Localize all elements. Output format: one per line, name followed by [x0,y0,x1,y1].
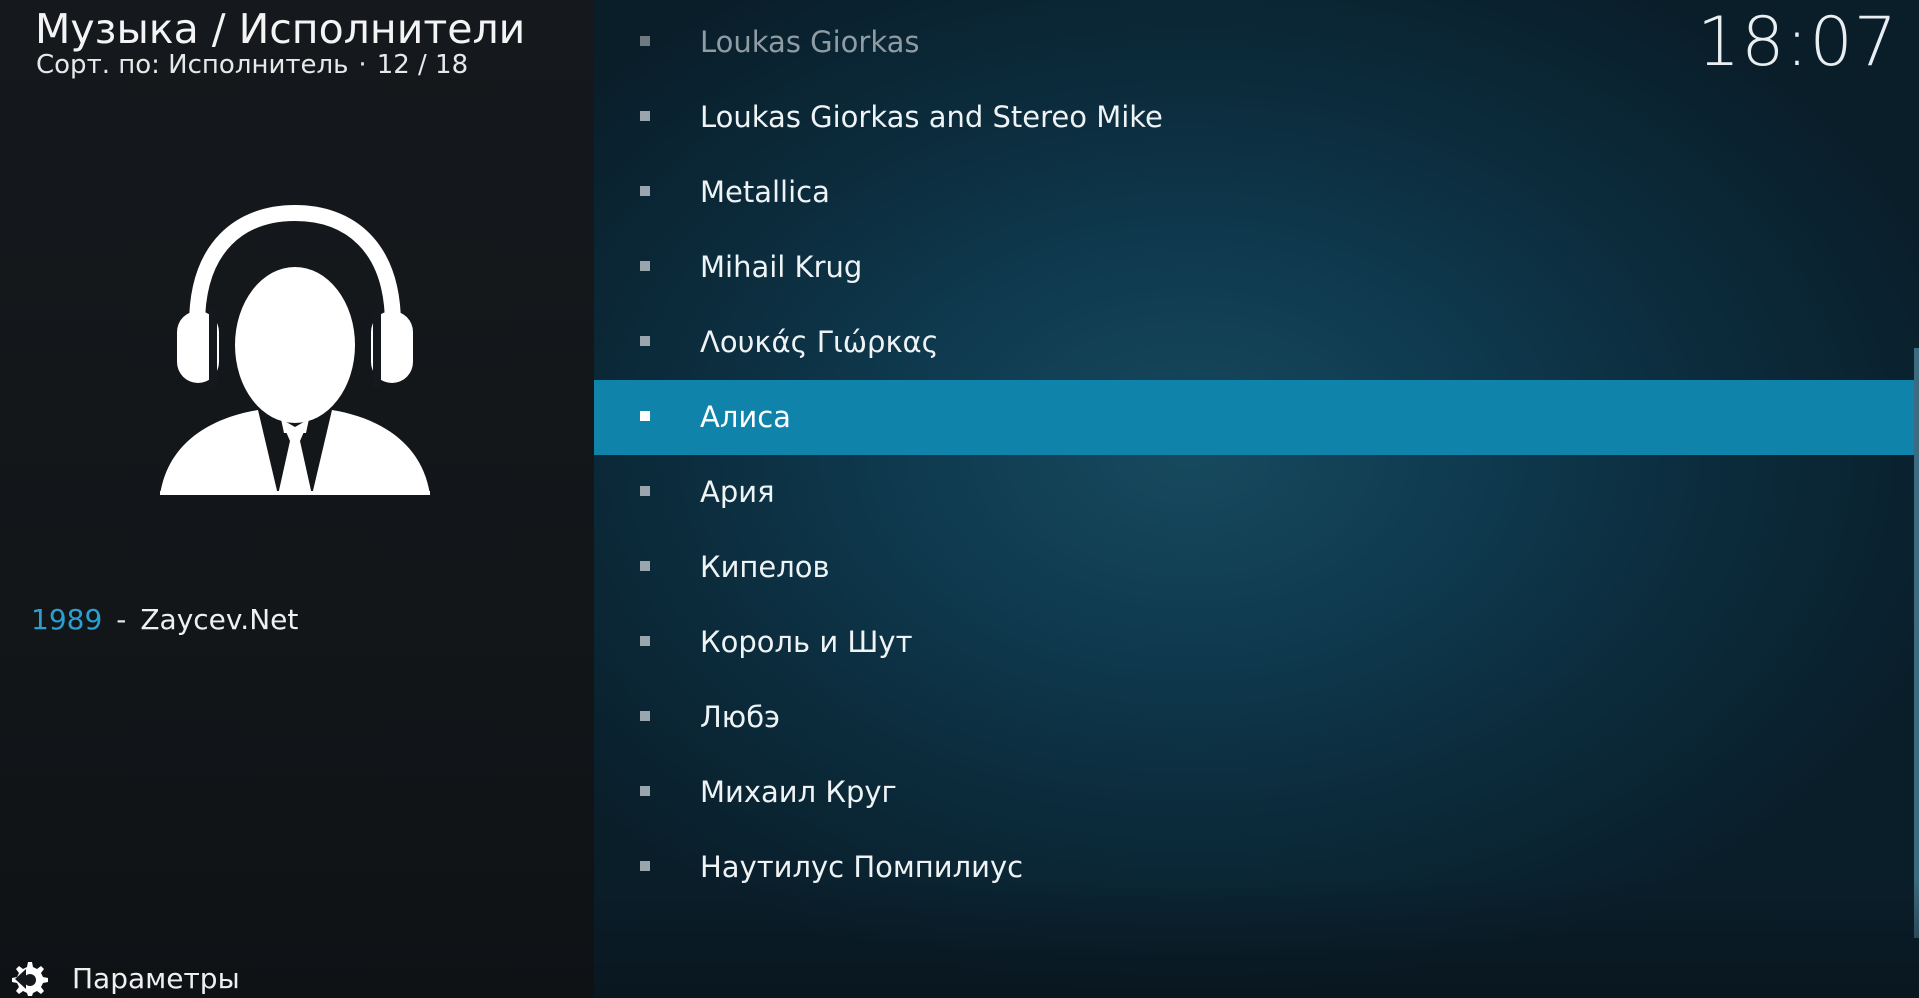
bullet-icon [640,561,650,571]
artist-list: Loukas Giorkas Loukas Giorkas and Stereo… [594,5,1914,905]
artist-name: Кипелов [700,550,830,584]
list-item[interactable]: Λουκάς Γιώρκας [594,305,1914,380]
info-year: 1989 [31,603,103,636]
artist-name: Ария [700,475,775,509]
list-item[interactable]: Loukas Giorkas and Stereo Mike [594,80,1914,155]
info-separator: - [116,603,127,636]
bullet-icon [640,411,650,421]
list-item[interactable]: Король и Шут [594,605,1914,680]
artist-list-panel: Loukas Giorkas Loukas Giorkas and Stereo… [594,0,1919,998]
bullet-icon [640,36,650,46]
album-info: 1989- Zaycev.Net [31,600,298,640]
bullet-icon [640,636,650,646]
info-label: Zaycev.Net [140,603,299,636]
sort-separator: · [358,50,367,80]
list-item[interactable]: Любэ [594,680,1914,755]
bullet-icon [640,711,650,721]
bullet-icon [640,261,650,271]
bullet-icon [640,486,650,496]
artist-name: Loukas Giorkas [700,25,920,59]
list-item[interactable]: Кипелов [594,530,1914,605]
bullet-icon [640,861,650,871]
settings-label: Параметры [72,961,240,995]
artist-name: Алиса [700,400,791,434]
list-item[interactable]: Михаил Круг [594,755,1914,830]
list-scrollbar[interactable] [1914,348,1919,938]
list-item-selected[interactable]: Алиса [594,380,1914,455]
list-item[interactable]: Metallica [594,155,1914,230]
artist-name: Metallica [700,175,830,209]
artist-name: Loukas Giorkas and Stereo Mike [700,100,1163,134]
settings-button[interactable]: Параметры [12,958,240,998]
bullet-icon [640,786,650,796]
default-artist-icon [160,205,430,495]
artist-name: Любэ [700,700,781,734]
artist-name: Mihail Krug [700,250,863,284]
info-panel: Музыка / Исполнители Сорт. по: Исполните… [0,0,594,998]
bullet-icon [640,111,650,121]
clock: 18:07 [1697,3,1898,82]
artist-name: Михаил Круг [700,775,897,809]
sort-label: Сорт. по: Исполнитель [36,50,349,80]
sort-info: Сорт. по: Исполнитель · 12 / 18 [36,48,468,82]
item-position: 12 / 18 [376,50,469,80]
gear-icon [12,962,48,996]
artist-name: Наутилус Помпилиус [700,850,1024,884]
music-library-screen: Музыка / Исполнители Сорт. по: Исполните… [0,0,1919,998]
bullet-icon [640,186,650,196]
list-item[interactable]: Наутилус Помпилиус [594,830,1914,905]
bullet-icon [640,336,650,346]
list-item[interactable]: Mihail Krug [594,230,1914,305]
artist-name: Король и Шут [700,625,913,659]
artist-name: Λουκάς Γιώρκας [700,325,939,359]
list-item[interactable]: Ария [594,455,1914,530]
page-title: Музыка / Исполнители [35,5,526,53]
